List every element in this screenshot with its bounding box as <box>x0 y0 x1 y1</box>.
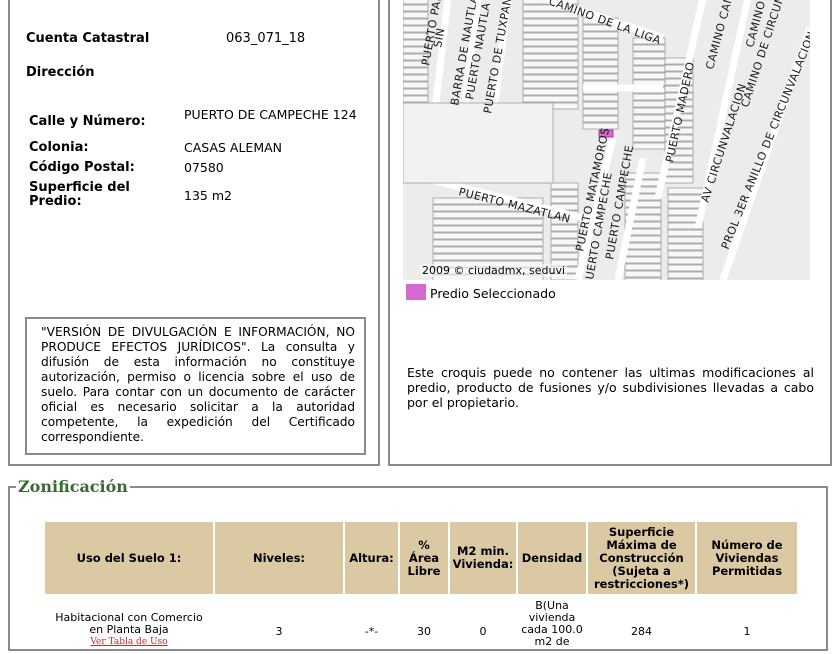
calle-label: Calle y Número: <box>29 114 146 129</box>
zonificacion-table: Uso del Suelo 1: Niveles: Altura: % Área… <box>43 520 799 654</box>
header-superficie-maxima: Superficie Máxima de Construcción (Sujet… <box>588 522 695 594</box>
calle-value: PUERTO DE CAMPECHE 124 <box>184 107 357 122</box>
cell-altura: -*- <box>364 625 379 638</box>
superficie-label: Superficie del Predio: <box>29 180 130 209</box>
croquis-map[interactable]: PUERTO PAPAN SIN BARRA DE NAUTLA PUERTO … <box>403 0 810 280</box>
colonia-label: Colonia: <box>29 140 89 155</box>
croquis-panel: PUERTO PAPAN SIN BARRA DE NAUTLA PUERTO … <box>388 0 832 466</box>
ver-tabla-uso-link[interactable]: Ver Tabla de Uso <box>47 636 211 648</box>
disclaimer-box: "VERSIÓN DE DIVULGACIÓN E INFORMACIÓN, N… <box>25 317 366 455</box>
header-densidad: Densidad <box>518 522 586 594</box>
uso-suelo-value: Habitacional con Comercio en Planta Baja <box>55 611 203 636</box>
cell-area-libre: 30 <box>417 625 431 638</box>
colonia-value: CASAS ALEMAN <box>184 140 283 155</box>
codigo-postal-value: 07580 <box>184 160 224 175</box>
cell-niveles: 3 <box>275 625 283 638</box>
codigo-postal-label: Código Postal: <box>29 160 135 175</box>
cell-viviendas: 1 <box>743 625 751 638</box>
header-altura: Altura: <box>345 522 398 594</box>
cell-m2-min: 0 <box>479 625 487 638</box>
superficie-value: 135 m2 <box>184 188 232 203</box>
legend-swatch <box>406 284 426 300</box>
cuenta-catastral-value: 063_071_18 <box>226 31 306 46</box>
header-area-libre: % Área Libre <box>400 522 448 594</box>
zonificacion-section: Zonificación Uso del Suelo 1: Niveles: A… <box>8 477 828 651</box>
predio-info-panel: Cuenta Catastral 063_071_18 Dirección Ca… <box>8 0 380 466</box>
cell-uso-suelo: Habitacional con Comercio en Planta Baja… <box>45 596 213 652</box>
cuenta-catastral-label: Cuenta Catastral <box>26 31 150 46</box>
header-uso-suelo: Uso del Suelo 1: <box>45 522 213 594</box>
direccion-label: Dirección <box>26 65 95 80</box>
table-row: Habitacional con Comercio en Planta Baja… <box>45 596 797 652</box>
map-copyright: 2009 © ciudadmx, seduvi <box>420 264 568 277</box>
header-numero-viviendas: Número de Viviendas Permitidas <box>697 522 797 594</box>
map-drawing: PUERTO PAPAN SIN BARRA DE NAUTLA PUERTO … <box>403 0 810 280</box>
header-niveles: Niveles: <box>215 522 343 594</box>
croquis-note: Este croquis puede no contener las ultim… <box>407 365 814 410</box>
table-header-row: Uso del Suelo 1: Niveles: Altura: % Área… <box>45 522 797 594</box>
zonificacion-title: Zonificación <box>18 477 128 496</box>
header-m2-min-vivienda: M2 min. Vivienda: <box>450 522 516 594</box>
legend-label: Predio Seleccionado <box>430 286 556 301</box>
cell-densidad: B(Una vivienda cada 100.0 m2 de <box>521 599 583 648</box>
cell-superficie: 284 <box>631 625 652 638</box>
